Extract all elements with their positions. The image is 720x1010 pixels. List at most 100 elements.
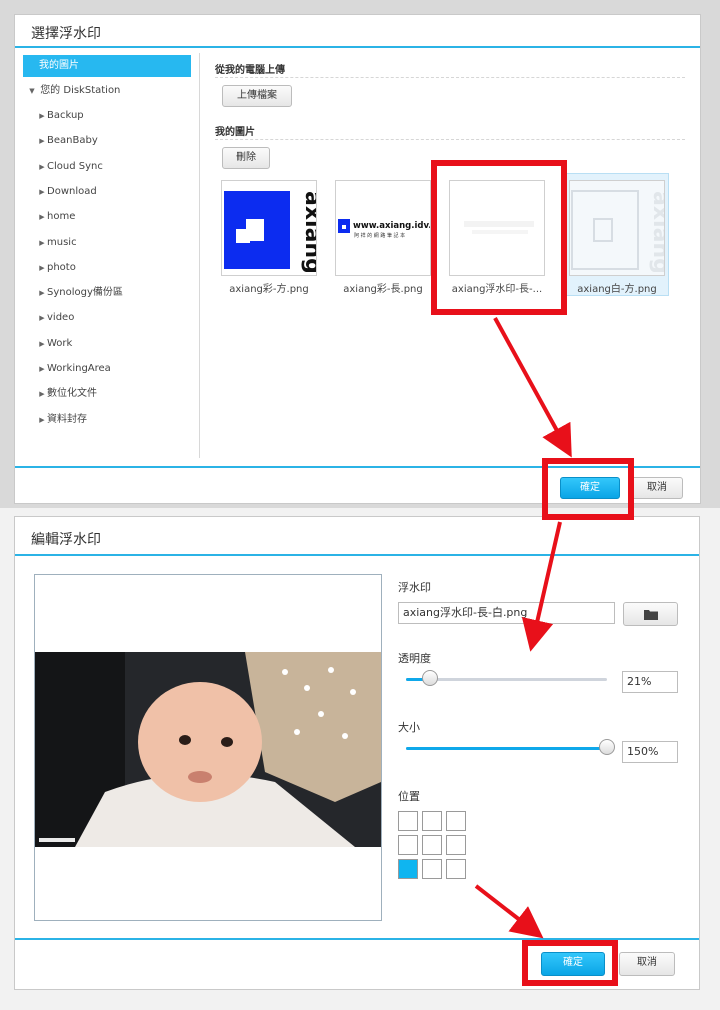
delete-button[interactable]: 刪除 — [222, 147, 270, 169]
sidebar-item-diskstation[interactable]: ▼ 您的 DiskStation — [23, 80, 191, 102]
position-cell[interactable] — [422, 835, 442, 855]
caret-right-icon[interactable]: ▶ — [37, 156, 47, 178]
section-divider — [215, 77, 685, 78]
axiang-white-square-logo-icon: axiang — [571, 190, 665, 274]
highlight-box-ok-button — [522, 940, 618, 986]
browse-button[interactable] — [623, 602, 678, 626]
sidebar-item-folder[interactable]: ▶ 資料封存 — [23, 409, 191, 431]
position-cell[interactable] — [398, 811, 418, 831]
sidebar-item-label: Cloud Sync — [47, 160, 103, 172]
logo-text: axiang — [648, 191, 665, 274]
sidebar-item-label: Synology備份區 — [47, 287, 123, 299]
axiang-color-long-logo-icon: www.axiang.idv.tw 阿 祥 的 網 路 筆 記 本 — [338, 219, 431, 239]
sidebar-item-folder[interactable]: ▶ photo — [23, 257, 191, 279]
section-divider — [215, 139, 685, 140]
folder-sidebar: 我的圖片 ▼ 您的 DiskStation ▶ Backup ▶ BeanBaby ▶ C… — [23, 53, 200, 458]
position-cell[interactable] — [422, 859, 442, 879]
sidebar-item-label: music — [47, 236, 77, 248]
opacity-slider-knob[interactable] — [422, 670, 439, 686]
thumbnail-label: axiang彩-長.png — [343, 284, 423, 295]
thumbnail-item[interactable]: axiang axiang彩-方.png — [221, 180, 329, 295]
position-cell[interactable] — [422, 811, 442, 831]
sidebar-item-label: 數位化文件 — [47, 388, 97, 400]
sidebar-item-label: video — [47, 312, 75, 324]
sidebar-item-folder[interactable]: ▶ Work — [23, 333, 191, 355]
caret-right-icon[interactable]: ▶ — [37, 282, 47, 304]
caret-right-icon[interactable]: ▶ — [37, 206, 47, 228]
sidebar-item-label: photo — [47, 261, 76, 273]
sidebar-item-folder[interactable]: ▶ Synology備份區 — [23, 282, 191, 304]
my-images-heading: 我的圖片 — [215, 127, 255, 138]
dialog-title: 編輯浮水印 — [31, 532, 101, 548]
select-watermark-dialog-backdrop: 選擇浮水印 我的圖片 ▼ 您的 DiskStation ▶ Backup ▶ Bean… — [0, 0, 720, 508]
select-watermark-dialog: 選擇浮水印 我的圖片 ▼ 您的 DiskStation ▶ Backup ▶ Bean… — [14, 14, 701, 504]
sidebar-item-label: 您的 DiskStation — [40, 85, 121, 96]
sidebar-item-folder[interactable]: ▶ music — [23, 232, 191, 254]
axiang-color-square-logo-icon: axiang — [224, 191, 317, 274]
thumbnail-item-selected[interactable]: axiang axiang白-方.png — [563, 173, 669, 296]
size-value-field[interactable]: 150% — [622, 741, 678, 763]
caret-right-icon[interactable]: ▶ — [37, 409, 47, 431]
position-cell[interactable] — [446, 859, 466, 879]
folder-icon — [643, 610, 658, 620]
dialog-title: 選擇浮水印 — [31, 26, 101, 42]
position-cell[interactable] — [398, 835, 418, 855]
sidebar-item-label: Work — [47, 337, 73, 349]
thumbnail-image[interactable]: axiang — [221, 180, 317, 276]
caret-right-icon[interactable]: ▶ — [37, 105, 47, 127]
size-label: 大小 — [398, 721, 420, 734]
sidebar-item-folder[interactable]: ▶ WorkingArea — [23, 358, 191, 380]
sidebar-item-label: WorkingArea — [47, 363, 111, 374]
sidebar-item-folder[interactable]: ▶ Backup — [23, 105, 191, 127]
title-divider — [15, 46, 700, 48]
caret-right-icon[interactable]: ▶ — [37, 333, 47, 355]
position-label: 位置 — [398, 790, 420, 803]
size-slider-fill — [406, 747, 607, 750]
sidebar-item-label: home — [47, 211, 76, 223]
sidebar-item-folder[interactable]: ▶ 數位化文件 — [23, 383, 191, 405]
sidebar-item-folder[interactable]: ▶ home — [23, 206, 191, 228]
size-slider-knob[interactable] — [599, 739, 615, 755]
position-grid — [398, 811, 470, 883]
baby-photo-icon — [35, 652, 381, 847]
opacity-label: 透明度 — [398, 652, 431, 665]
sidebar-item-my-images[interactable]: 我的圖片 — [23, 55, 191, 77]
watermark-label: 浮水印 — [398, 581, 431, 594]
sidebar-item-label: BeanBaby — [47, 135, 98, 147]
caret-right-icon[interactable]: ▶ — [37, 383, 47, 405]
cancel-button[interactable]: 取消 — [619, 952, 675, 976]
sidebar-item-label: Backup — [47, 110, 84, 121]
thumbnail-image[interactable]: axiang — [569, 180, 665, 276]
caret-right-icon[interactable]: ▶ — [37, 358, 47, 380]
preview-pane — [34, 574, 382, 921]
sidebar-item-folder[interactable]: ▶ BeanBaby — [23, 130, 191, 152]
sidebar-item-folder[interactable]: ▶ Download — [23, 181, 191, 203]
sidebar-item-label: Download — [47, 185, 97, 197]
upload-file-button[interactable]: 上傳檔案 — [222, 85, 292, 107]
sidebar-item-folder[interactable]: ▶ Cloud Sync — [23, 156, 191, 178]
cancel-button[interactable]: 取消 — [631, 477, 683, 499]
position-cell[interactable] — [398, 859, 418, 879]
thumbnail-label: axiang彩-方.png — [229, 284, 309, 295]
edit-watermark-dialog: 編輯浮水印 浮水印 axiang浮水印-長-白.png 透明度 21% 大小 1… — [14, 516, 700, 990]
sidebar-item-label: 我的圖片 — [39, 60, 79, 71]
sidebar-item-label: 資料封存 — [47, 413, 87, 425]
caret-right-icon[interactable]: ▶ — [37, 307, 47, 329]
position-cell[interactable] — [446, 811, 466, 831]
highlight-box-thumbnail — [431, 160, 567, 315]
caret-right-icon[interactable]: ▶ — [37, 181, 47, 203]
position-cell[interactable] — [446, 835, 466, 855]
caret-right-icon[interactable]: ▶ — [37, 130, 47, 152]
preview-photo — [35, 652, 381, 847]
caret-down-icon[interactable]: ▼ — [27, 80, 37, 102]
logo-text: axiang — [300, 191, 317, 274]
watermark-file-field[interactable]: axiang浮水印-長-白.png — [398, 602, 615, 624]
caret-right-icon[interactable]: ▶ — [37, 257, 47, 279]
thumbnail-image[interactable]: www.axiang.idv.tw 阿 祥 的 網 路 筆 記 本 — [335, 180, 431, 276]
caret-right-icon[interactable]: ▶ — [37, 232, 47, 254]
thumbnail-item[interactable]: www.axiang.idv.tw 阿 祥 的 網 路 筆 記 本 axiang… — [335, 180, 443, 295]
logo-text: www.axiang.idv.tw — [353, 221, 431, 231]
opacity-value-field[interactable]: 21% — [622, 671, 678, 693]
upload-heading: 從我的電腦上傳 — [215, 65, 285, 76]
sidebar-item-folder[interactable]: ▶ video — [23, 307, 191, 329]
